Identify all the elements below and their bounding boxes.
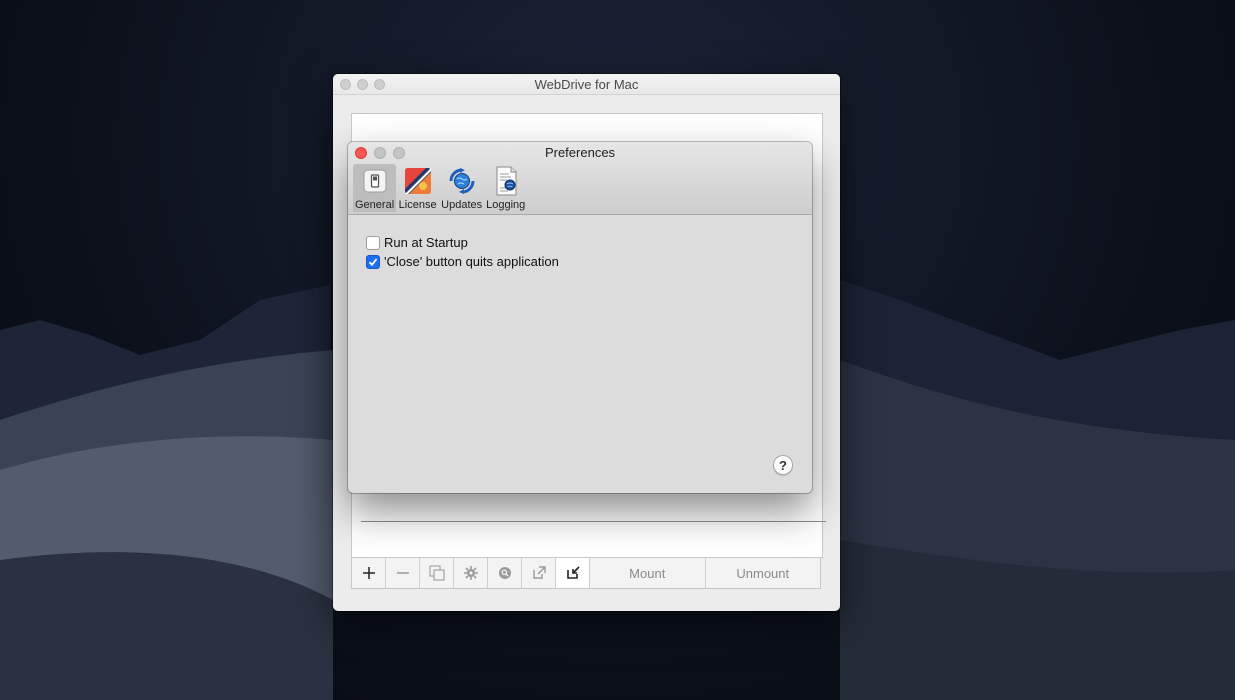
updates-globe-icon [447, 166, 477, 196]
tab-updates-label: Updates [441, 199, 483, 211]
search-icon [498, 567, 511, 579]
run-at-startup-checkbox[interactable] [366, 235, 380, 250]
main-titlebar: WebDrive for Mac [333, 74, 840, 95]
preferences-title: Preferences [544, 145, 616, 160]
preferences-header: Preferences General License Updates Logg… [348, 142, 812, 215]
close-quits-label: 'Close' button quits application [384, 254, 559, 269]
import-button[interactable] [556, 558, 590, 588]
preferences-window: Preferences General License Updates Logg… [348, 142, 812, 493]
preferences-tabs: General License Updates Logging [353, 164, 527, 212]
import-icon [566, 566, 580, 579]
add-site-button[interactable] [352, 558, 386, 588]
main-toolbar: Mount Unmount [351, 557, 821, 589]
settings-button[interactable] [454, 558, 488, 588]
minus-icon [396, 572, 409, 574]
close-quits-checkbox[interactable] [366, 254, 380, 269]
tab-license[interactable]: License [396, 164, 439, 212]
run-at-startup-label: Run at Startup [384, 235, 468, 250]
help-button[interactable]: ? [773, 455, 793, 475]
main-window-title: WebDrive for Mac [534, 77, 639, 92]
external-link-icon [532, 566, 546, 579]
remove-site-button[interactable] [386, 558, 420, 588]
tab-license-label: License [398, 199, 437, 211]
list-divider [361, 521, 826, 522]
tab-general-label: General [355, 199, 395, 211]
duplicate-icon [428, 565, 445, 581]
duplicate-site-button[interactable] [420, 558, 454, 588]
search-button[interactable] [488, 558, 522, 588]
general-switch-icon [360, 166, 390, 196]
plus-icon [362, 567, 375, 579]
general-settings-panel: Run at Startup 'Close' button quits appl… [348, 215, 812, 271]
tab-logging-label: Logging [486, 199, 526, 211]
open-external-button[interactable] [522, 558, 556, 588]
tab-general[interactable]: General [353, 164, 397, 212]
license-icon [403, 166, 433, 196]
tab-updates[interactable]: Updates [439, 164, 484, 212]
gear-icon [463, 566, 478, 580]
logging-document-icon [491, 166, 521, 196]
tab-logging[interactable]: Logging [484, 164, 527, 212]
checkmark-icon [368, 257, 378, 266]
close-quits-option[interactable]: 'Close' button quits application [366, 252, 812, 271]
unmount-button[interactable]: Unmount [706, 558, 821, 588]
mount-button[interactable]: Mount [590, 558, 706, 588]
run-at-startup-option[interactable]: Run at Startup [366, 233, 812, 252]
